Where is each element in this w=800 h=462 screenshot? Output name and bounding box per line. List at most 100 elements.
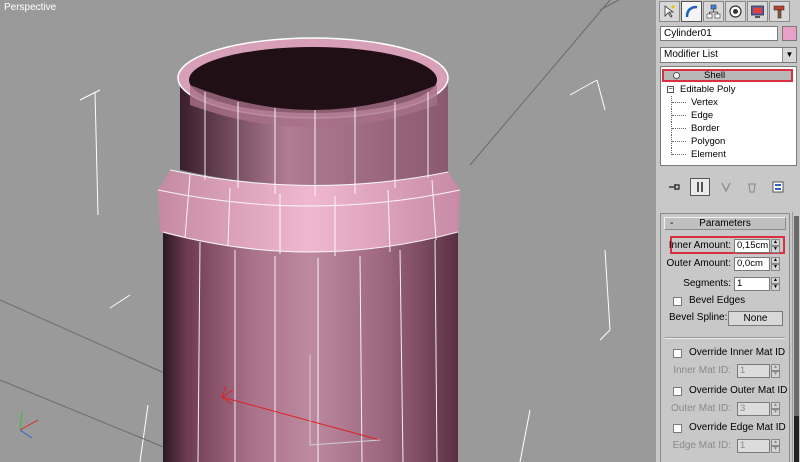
subobject-label: Edge bbox=[691, 110, 714, 121]
command-panel: Modifier List ▼ Shell − Editable Poly Ve… bbox=[657, 0, 800, 462]
stack-item-label: Editable Poly bbox=[680, 84, 736, 95]
utilities-tab[interactable] bbox=[769, 1, 790, 22]
override-edge-label: Override Edge Mat ID bbox=[689, 422, 786, 433]
stack-subobject-element[interactable]: Element bbox=[661, 148, 796, 161]
inner-mat-id-field[interactable]: 1 bbox=[737, 364, 770, 378]
panel-scrollbar[interactable] bbox=[792, 212, 800, 462]
display-tab[interactable] bbox=[747, 1, 768, 22]
spinner-up-icon: ▲ bbox=[771, 257, 780, 264]
segments-field[interactable]: 1 bbox=[734, 277, 770, 291]
end-result-icon bbox=[697, 182, 703, 192]
edge-mat-id-label: Edge Mat ID: bbox=[672, 440, 731, 451]
remove-modifier-button[interactable] bbox=[742, 178, 762, 196]
motion-tab[interactable] bbox=[725, 1, 746, 22]
perspective-viewport[interactable]: Perspective bbox=[0, 0, 657, 462]
chevron-down-icon[interactable]: ▼ bbox=[782, 48, 796, 62]
collapse-sign: - bbox=[670, 218, 674, 229]
subobject-label: Polygon bbox=[691, 136, 726, 147]
stack-item-label: Shell bbox=[704, 70, 726, 81]
stack-subobject-vertex[interactable]: Vertex bbox=[661, 96, 796, 109]
modifier-stack[interactable]: Shell − Editable Poly Vertex Edge Border… bbox=[660, 66, 797, 166]
override-inner-row: Override Inner Mat ID bbox=[661, 345, 789, 361]
bevel-spline-button[interactable]: None bbox=[728, 311, 783, 326]
override-outer-row: Override Outer Mat ID bbox=[661, 383, 789, 399]
stack-subobject-polygon[interactable]: Polygon bbox=[661, 135, 796, 148]
trash-icon bbox=[748, 183, 756, 193]
bevel-edges-checkbox[interactable] bbox=[673, 297, 682, 306]
stack-item-shell[interactable]: Shell bbox=[662, 69, 793, 82]
rollout-title: Parameters bbox=[699, 218, 751, 229]
hierarchy-icon bbox=[706, 4, 721, 19]
outer-amount-label: Outer Amount: bbox=[666, 258, 731, 269]
parameters-rollout-header[interactable]: - Parameters bbox=[664, 217, 786, 230]
override-outer-label: Override Outer Mat ID bbox=[689, 385, 788, 396]
inner-amount-field[interactable]: 0,15cm bbox=[734, 239, 770, 253]
outer-amount-row: Outer Amount: 0,0cm ▲ ▼ bbox=[661, 256, 789, 272]
viewport-scene bbox=[0, 0, 620, 462]
create-tab[interactable] bbox=[659, 1, 680, 22]
parameters-rollout: - Parameters Inner Amount: 0,15cm ▲ ▼ Out… bbox=[660, 213, 790, 462]
collapse-icon[interactable]: − bbox=[667, 86, 674, 93]
spinner-up-icon: ▲ bbox=[771, 277, 780, 284]
spinner-up-icon: ▲ bbox=[771, 364, 780, 371]
modifier-list-label: Modifier List bbox=[664, 49, 718, 60]
command-panel-tabs bbox=[659, 1, 798, 23]
cylinder-mesh[interactable] bbox=[157, 37, 461, 462]
configure-modifier-sets-button[interactable] bbox=[768, 178, 788, 196]
make-unique-icon bbox=[721, 182, 731, 193]
lightbulb-icon[interactable] bbox=[673, 72, 680, 79]
spinner-down-icon: ▼ bbox=[771, 371, 780, 378]
edge-mat-id-row: Edge Mat ID: 1 ▲ ▼ bbox=[661, 438, 789, 454]
pin-icon bbox=[669, 184, 680, 190]
spinner-down-icon: ▼ bbox=[771, 246, 780, 253]
bevel-spline-label: Bevel Spline: bbox=[669, 312, 728, 323]
pin-stack-button[interactable] bbox=[664, 178, 684, 196]
override-edge-row: Override Edge Mat ID bbox=[661, 420, 789, 436]
edge-mat-id-field[interactable]: 1 bbox=[737, 439, 770, 453]
object-name-row bbox=[660, 26, 797, 43]
outer-amount-field[interactable]: 0,0cm bbox=[734, 257, 770, 271]
bevel-edges-row: Bevel Edges bbox=[661, 293, 789, 309]
override-edge-checkbox[interactable] bbox=[673, 424, 682, 433]
subobject-label: Element bbox=[691, 149, 726, 160]
bevel-spline-row: Bevel Spline: None bbox=[661, 310, 789, 326]
override-outer-checkbox[interactable] bbox=[673, 387, 682, 396]
spinner-down-icon: ▼ bbox=[771, 409, 780, 416]
bend-arc-icon bbox=[685, 5, 698, 18]
segments-label: Segments: bbox=[683, 278, 731, 289]
outer-mat-id-row: Outer Mat ID: 3 ▲ ▼ bbox=[661, 401, 789, 417]
spinner-down-icon: ▼ bbox=[771, 446, 780, 453]
inner-mat-id-label: Inner Mat ID: bbox=[673, 365, 731, 376]
spinner-up-icon: ▲ bbox=[771, 402, 780, 409]
subobject-label: Vertex bbox=[691, 97, 718, 108]
object-color-swatch[interactable] bbox=[782, 26, 797, 41]
object-name-field[interactable] bbox=[660, 26, 778, 41]
show-end-result-button[interactable] bbox=[690, 178, 710, 196]
modify-tab[interactable] bbox=[681, 1, 702, 22]
motion-circle-icon bbox=[729, 5, 742, 18]
stack-item-editable-poly[interactable]: − Editable Poly bbox=[661, 83, 796, 96]
rollout-separator bbox=[665, 337, 785, 339]
scrollbar-thumb[interactable] bbox=[794, 416, 799, 462]
stack-subobject-edge[interactable]: Edge bbox=[661, 109, 796, 122]
axis-tripod bbox=[19, 411, 39, 439]
monitor-icon bbox=[751, 5, 764, 18]
scrollbar-track[interactable] bbox=[794, 216, 799, 416]
outer-mat-id-field[interactable]: 3 bbox=[737, 402, 770, 416]
make-unique-button[interactable] bbox=[716, 178, 736, 196]
modifier-list-dropdown[interactable]: Modifier List ▼ bbox=[660, 47, 797, 63]
inner-mat-id-row: Inner Mat ID: 1 ▲ ▼ bbox=[661, 363, 789, 379]
viewport-label[interactable]: Perspective bbox=[4, 2, 56, 13]
spinner-down-icon: ▼ bbox=[771, 284, 780, 291]
configure-icon bbox=[772, 181, 784, 193]
stack-subobject-border[interactable]: Border bbox=[661, 122, 796, 135]
inner-amount-row: Inner Amount: 0,15cm ▲ ▼ bbox=[661, 238, 789, 254]
segments-row: Segments: 1 ▲ ▼ bbox=[661, 276, 789, 292]
override-inner-checkbox[interactable] bbox=[673, 349, 682, 358]
spinner-up-icon: ▲ bbox=[771, 439, 780, 446]
spinner-up-icon: ▲ bbox=[771, 239, 780, 246]
subobject-label: Border bbox=[691, 123, 720, 134]
hierarchy-tab[interactable] bbox=[703, 1, 724, 22]
bevel-edges-label: Bevel Edges bbox=[689, 295, 746, 306]
inner-amount-label: Inner Amount: bbox=[668, 240, 731, 251]
